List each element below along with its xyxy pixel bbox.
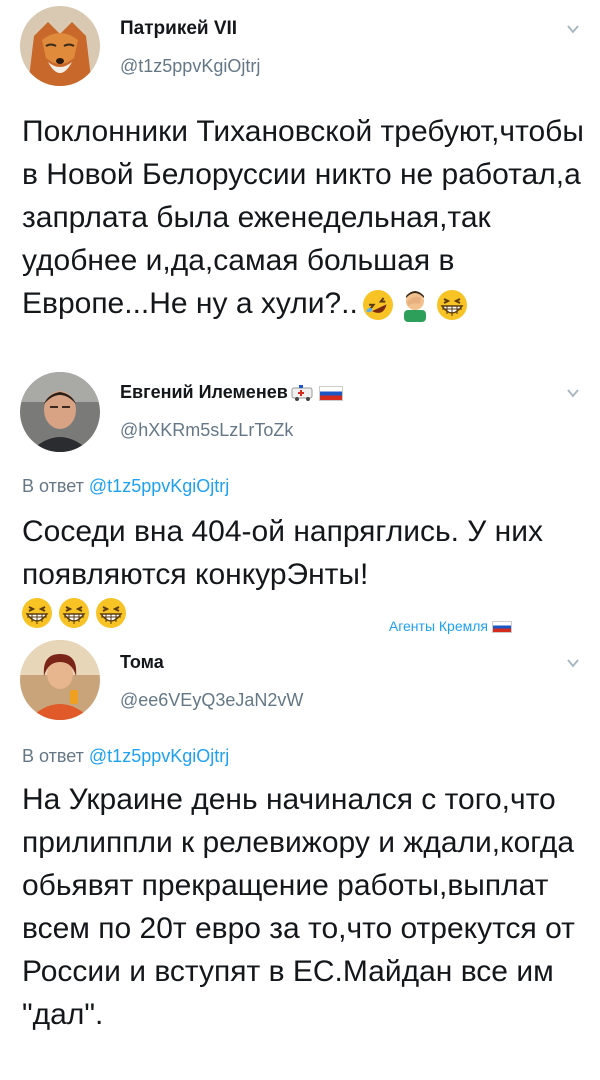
author-name[interactable]: Тома xyxy=(120,652,164,673)
russia-flag-icon xyxy=(492,621,512,634)
avatar-man[interactable] xyxy=(20,372,100,452)
grinning-squinting-face-icon xyxy=(96,598,126,628)
reply-to-handle[interactable]: @t1z5ppvKgiOjtrj xyxy=(89,746,229,766)
tweet-text: На Украине день начинался с того,что при… xyxy=(22,783,575,1031)
grinning-squinting-face-icon xyxy=(22,598,52,628)
avatar-fox[interactable] xyxy=(20,6,100,86)
chevron-down-icon[interactable] xyxy=(566,22,580,36)
tweet-body: Поклонники Тихановской требуют,чтобы в Н… xyxy=(22,115,584,320)
russia-flag-icon xyxy=(318,385,343,401)
group-tag[interactable]: Агенты Кремля xyxy=(389,618,512,634)
tweet-text: Соседи вна 404-ой напряглись. У них появ… xyxy=(22,515,543,591)
avatar-woman[interactable] xyxy=(20,640,100,720)
author-name[interactable]: Евгений Илеменев xyxy=(120,382,343,403)
group-tag-label[interactable]: Агенты Кремля xyxy=(389,618,488,634)
author-handle[interactable]: @ee6VEyQ3eJaN2vW xyxy=(120,690,303,711)
grinning-squinting-face-icon xyxy=(59,598,89,628)
facepalm-icon xyxy=(403,291,426,323)
reply-context: В ответ @t1z5ppvKgiOjtrj xyxy=(22,746,229,767)
reply-context: В ответ @t1z5ppvKgiOjtrj xyxy=(22,476,229,497)
tweet-2[interactable]: Евгений Илеменев @hXKRm5sLzLrToZk В отве… xyxy=(0,370,600,640)
tweet-1[interactable]: Патрикей VII @t1z5ppvKgiOjtrj Поклонники… xyxy=(0,0,600,370)
author-name[interactable]: Патрикей VII xyxy=(120,18,237,40)
reply-prefix: В ответ xyxy=(22,746,84,766)
reply-to-handle[interactable]: @t1z5ppvKgiOjtrj xyxy=(89,476,229,496)
tweet-3[interactable]: Тома @ee6VEyQ3eJaN2vW В ответ @t1z5ppvKg… xyxy=(0,640,600,1080)
grinning-squinting-face-icon xyxy=(436,290,467,321)
ambulance-icon xyxy=(291,385,313,402)
author-handle[interactable]: @t1z5ppvKgiOjtrj xyxy=(120,56,260,77)
reply-prefix: В ответ xyxy=(22,476,84,496)
tweet-text: Поклонники Тихановской требуют,чтобы в Н… xyxy=(22,110,587,325)
author-name-text[interactable]: Евгений Илеменев xyxy=(120,382,288,402)
author-handle[interactable]: @hXKRm5sLzLrToZk xyxy=(120,420,293,441)
emoji-row xyxy=(20,596,128,630)
chevron-down-icon[interactable] xyxy=(566,656,580,670)
chevron-down-icon[interactable] xyxy=(566,386,580,400)
rolling-laughing-face-icon xyxy=(362,290,393,321)
